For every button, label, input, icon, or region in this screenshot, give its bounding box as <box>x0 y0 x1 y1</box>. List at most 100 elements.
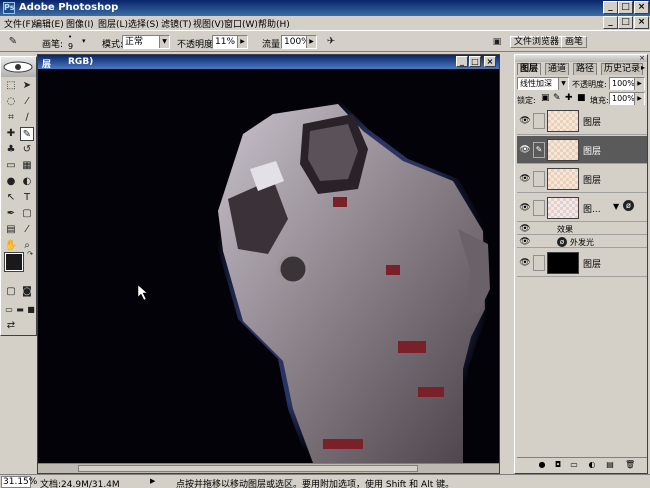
dodge-icon[interactable]: ◐ <box>20 175 34 189</box>
image-canvas[interactable] <box>38 69 499 463</box>
screen-mode-full-icon[interactable]: ■ <box>24 303 38 317</box>
menu-layer[interactable]: 图层(L) <box>98 17 128 30</box>
eye-icon[interactable]: 👁 <box>519 173 531 185</box>
file-browser-icon[interactable]: ▣ <box>490 35 504 49</box>
link-box[interactable] <box>533 255 545 271</box>
blend-mode-select[interactable]: 线性加深 ▼ <box>517 77 569 90</box>
crop-icon[interactable]: ⌗ <box>4 111 18 125</box>
path-select-icon[interactable]: ↖ <box>4 191 18 205</box>
foreground-color-swatch[interactable] <box>4 252 24 272</box>
mode-select[interactable]: 正常 ▼ <box>122 35 170 49</box>
lock-transparency-icon[interactable]: ▣ <box>541 93 550 103</box>
link-box[interactable] <box>533 171 545 187</box>
link-box[interactable] <box>533 200 545 216</box>
horizontal-scrollbar-thumb[interactable] <box>78 465 418 472</box>
healing-icon[interactable]: ✚ <box>4 127 18 141</box>
eye-icon[interactable]: 👁 <box>519 236 531 248</box>
doc-window-minimize-button[interactable]: _ <box>456 56 468 67</box>
shape-icon[interactable]: ▢ <box>20 207 34 221</box>
opacity-field[interactable]: 11% ▶ <box>212 35 248 49</box>
menu-help[interactable]: 帮助(H) <box>258 17 290 30</box>
lasso-icon[interactable]: ◌ <box>4 95 18 109</box>
eye-icon[interactable]: 👁 <box>519 202 531 214</box>
new-layer-icon[interactable]: ▤ <box>605 460 615 470</box>
menu-edit[interactable]: 编辑(E) <box>33 17 64 30</box>
eyedropper-icon[interactable]: ⁄ <box>20 223 34 237</box>
menu-file[interactable]: 文件(F) <box>4 17 34 30</box>
quick-mask-icon[interactable]: ◙ <box>20 285 34 299</box>
tab-channels[interactable]: 通道 <box>545 63 570 75</box>
horizontal-scrollbar[interactable] <box>38 463 499 473</box>
layer-row[interactable]: 👁 图层 <box>517 107 647 135</box>
doc-window-maximize-button[interactable]: □ <box>469 56 481 67</box>
layer-row[interactable]: 👁 图... ▼ ø <box>517 194 647 222</box>
doc-close-button[interactable]: × <box>634 16 649 29</box>
move-icon[interactable]: ➤ <box>20 79 34 93</box>
close-button[interactable]: × <box>634 1 649 14</box>
eye-icon[interactable]: 👁 <box>519 144 531 156</box>
standard-mode-icon[interactable]: ▢ <box>4 285 18 299</box>
menu-select[interactable]: 选择(S) <box>128 17 159 30</box>
fill-field[interactable]: 100% ▶ <box>609 92 645 105</box>
tab-layers[interactable]: 图层 <box>517 63 542 75</box>
brush-icon[interactable]: ✎ <box>20 127 34 141</box>
type-icon[interactable]: T <box>20 191 34 205</box>
imageready-icon[interactable]: ⇄ <box>4 319 18 333</box>
new-set-icon[interactable]: ▭ <box>569 460 579 470</box>
pen-icon[interactable]: ✒ <box>4 207 18 221</box>
marquee-icon[interactable]: ⬚ <box>4 79 18 93</box>
doc-restore-button[interactable]: □ <box>618 16 633 29</box>
palette-title-bar[interactable]: × <box>515 54 647 62</box>
slice-icon[interactable]: ∕ <box>20 111 34 125</box>
swap-colors-icon[interactable]: ↷ <box>23 247 37 261</box>
document-title-bar[interactable]: 层 RGB) _ □ × <box>38 55 499 70</box>
hand-icon[interactable]: ✋ <box>4 239 18 253</box>
effects-expand-icon[interactable]: ▼ <box>613 202 619 211</box>
status-menu-icon[interactable]: ▶ <box>150 477 155 485</box>
trash-icon[interactable]: 🗑 <box>625 460 635 470</box>
menu-window[interactable]: 窗口(W) <box>224 17 258 30</box>
palette-close-icon[interactable]: × <box>639 54 645 62</box>
blur-icon[interactable]: ● <box>4 175 18 189</box>
layer-row[interactable]: 👁 图层 <box>517 165 647 193</box>
menu-view[interactable]: 视图(V) <box>193 17 224 30</box>
effects-row[interactable]: 👁 效果 <box>517 223 647 235</box>
tab-brushes[interactable]: 画笔 <box>561 36 588 48</box>
tab-paths[interactable]: 路径 <box>573 63 598 75</box>
layer-row-background[interactable]: 👁 图层 <box>517 249 647 277</box>
link-box[interactable] <box>533 113 545 129</box>
tab-file-browser[interactable]: 文件浏览器 <box>510 36 564 48</box>
maximize-button[interactable]: □ <box>618 1 633 14</box>
palette-menu-icon[interactable]: ▸ <box>641 63 645 72</box>
menu-image[interactable]: 图像(I) <box>66 17 94 30</box>
new-adjustment-layer-icon[interactable]: ◐ <box>587 460 597 470</box>
doc-window-close-button[interactable]: × <box>484 56 496 67</box>
brush-tool-icon[interactable]: ✎ <box>6 35 20 49</box>
history-brush-icon[interactable]: ↺ <box>20 143 34 157</box>
add-mask-icon[interactable]: ◘ <box>553 460 563 470</box>
stamp-icon[interactable]: ♣ <box>4 143 18 157</box>
minimize-button[interactable]: _ <box>603 1 618 14</box>
eye-icon[interactable]: 👁 <box>519 223 531 235</box>
toolbox-header[interactable] <box>1 57 36 77</box>
eye-icon[interactable]: 👁 <box>519 115 531 127</box>
notes-icon[interactable]: ▤ <box>4 223 18 237</box>
doc-minimize-button[interactable]: _ <box>603 16 618 29</box>
wand-icon[interactable]: ⁄ <box>20 95 34 109</box>
add-style-icon[interactable]: ● <box>537 460 547 470</box>
brush-preview-icon[interactable]: • <box>68 33 72 41</box>
lock-position-icon[interactable]: ✚ <box>565 93 573 103</box>
gradient-icon[interactable]: ▦ <box>20 159 34 173</box>
flow-field[interactable]: 100% ▶ <box>281 35 317 49</box>
outer-glow-row[interactable]: 👁 ø 外发光 <box>517 236 647 248</box>
lock-image-icon[interactable]: ✎ <box>553 93 561 103</box>
zoom-field[interactable]: 31.15% <box>1 476 37 488</box>
airbrush-icon[interactable]: ✈ <box>324 35 338 49</box>
layer-row-selected[interactable]: 👁 ✎ 图层 <box>517 136 647 164</box>
menu-filter[interactable]: 滤镜(T) <box>161 17 192 30</box>
lock-all-icon[interactable]: ■ <box>577 93 586 103</box>
eraser-icon[interactable]: ▭ <box>4 159 18 173</box>
layer-opacity-field[interactable]: 100% ▶ <box>609 77 645 90</box>
tab-history[interactable]: 历史记录 <box>601 63 644 75</box>
eye-icon[interactable]: 👁 <box>519 257 531 269</box>
